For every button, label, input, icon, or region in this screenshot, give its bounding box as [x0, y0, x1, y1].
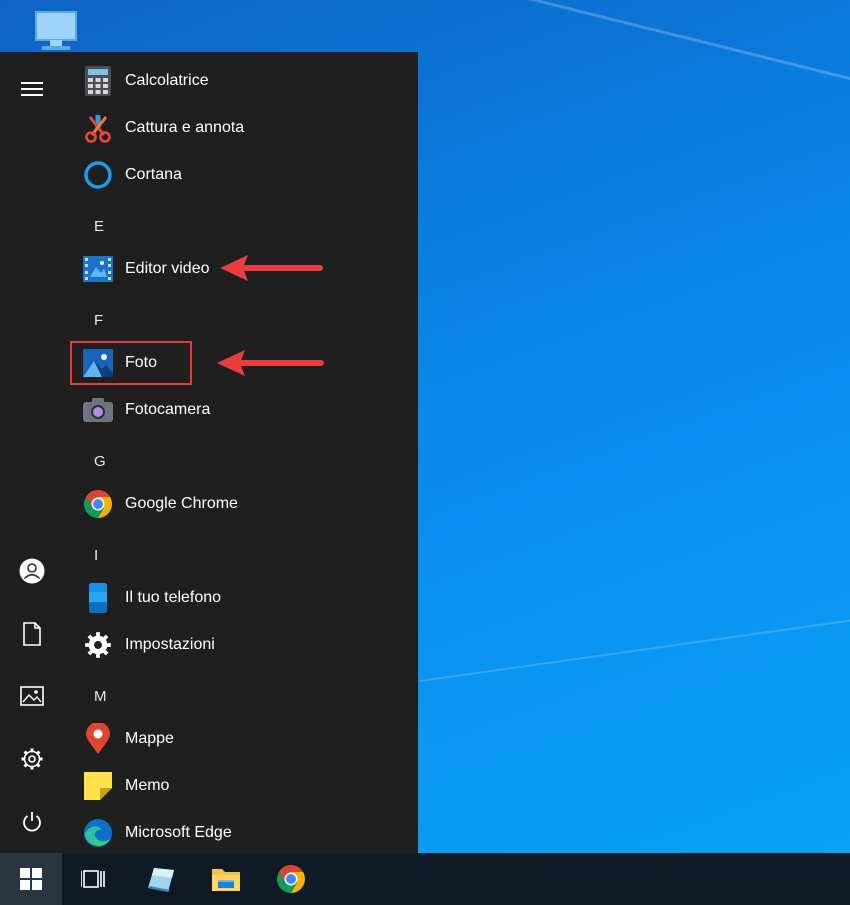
group-letter-m[interactable]: M — [94, 688, 107, 705]
app-label: Calcolatrice — [125, 72, 209, 89]
light-beam — [419, 582, 850, 682]
app-item-calcolatrice[interactable]: Calcolatrice — [82, 61, 209, 101]
calculator-icon — [85, 66, 111, 96]
app-item-editor-video[interactable]: Editor video — [82, 249, 210, 289]
task-view-button[interactable] — [64, 853, 122, 905]
edge-icon — [84, 819, 112, 847]
arrow-pointing-foto — [217, 350, 324, 376]
taskbar-edge-button[interactable] — [132, 853, 190, 905]
windows-start-icon — [20, 868, 42, 890]
app-item-google-chrome[interactable]: Google Chrome — [82, 484, 238, 524]
settings-icon — [21, 748, 43, 770]
documents-button[interactable] — [0, 610, 64, 658]
video-editor-icon — [83, 256, 113, 282]
group-letter-g[interactable]: G — [94, 453, 106, 470]
app-item-microsoft-edge[interactable]: Microsoft Edge — [82, 813, 232, 853]
app-label: Cortana — [125, 166, 182, 183]
sticky-notes-icon — [84, 772, 112, 800]
account-button[interactable] — [0, 547, 64, 595]
app-item-cattura-e-annota[interactable]: Cattura e annota — [82, 108, 244, 148]
settings-gear-icon — [85, 632, 111, 658]
cortana-icon — [84, 161, 112, 189]
pictures-button[interactable] — [0, 672, 64, 720]
documents-icon — [23, 622, 41, 646]
your-phone-icon — [89, 583, 107, 613]
app-item-il-tuo-telefono[interactable]: Il tuo telefono — [82, 578, 221, 618]
group-letter-e[interactable]: E — [94, 218, 104, 235]
app-label: Memo — [125, 777, 170, 794]
group-letter-f[interactable]: F — [94, 312, 103, 329]
group-letter-i[interactable]: I — [94, 547, 98, 564]
task-view-icon — [81, 870, 105, 888]
app-item-mappe[interactable]: Mappe — [82, 719, 174, 759]
app-label: Cattura e annota — [125, 119, 245, 136]
app-label: Editor video — [125, 260, 210, 277]
camera-icon — [83, 398, 113, 422]
app-item-memo[interactable]: Memo — [82, 766, 169, 806]
taskbar-chrome-button[interactable] — [262, 853, 320, 905]
this-pc-desktop-icon[interactable] — [30, 10, 78, 54]
settings-button[interactable] — [0, 735, 64, 783]
app-label: Microsoft Edge — [125, 824, 232, 841]
taskbar — [0, 853, 850, 905]
user-icon — [19, 558, 45, 584]
edge-legacy-icon — [148, 868, 174, 892]
app-item-impostazioni[interactable]: Impostazioni — [82, 625, 215, 665]
chrome-icon — [84, 490, 112, 518]
app-label: Google Chrome — [125, 495, 238, 512]
start-menu: Calcolatrice Cattura e annota Cortana E — [0, 52, 418, 853]
app-item-cortana[interactable]: Cortana — [82, 155, 182, 195]
start-rail — [0, 52, 64, 853]
app-item-fotocamera[interactable]: Fotocamera — [82, 390, 210, 430]
app-label: Fotocamera — [125, 401, 211, 418]
start-button[interactable] — [0, 853, 62, 905]
power-button[interactable] — [0, 798, 64, 846]
app-list: Calcolatrice Cattura e annota Cortana E — [64, 52, 418, 853]
arrow-pointing-editor-video — [220, 255, 323, 281]
snip-sketch-icon — [85, 115, 111, 143]
chrome-icon — [277, 865, 305, 893]
foto-highlight-box — [70, 341, 192, 385]
pictures-icon — [20, 686, 44, 706]
app-label: Mappe — [125, 730, 174, 747]
maps-icon — [86, 723, 110, 754]
file-explorer-icon — [212, 869, 240, 891]
power-icon — [23, 812, 41, 832]
expand-menu-button[interactable] — [0, 65, 64, 113]
app-label: Il tuo telefono — [125, 589, 222, 606]
hamburger-menu-icon — [21, 82, 43, 96]
taskbar-file-explorer-button[interactable] — [197, 853, 255, 905]
app-label: Impostazioni — [125, 636, 215, 653]
